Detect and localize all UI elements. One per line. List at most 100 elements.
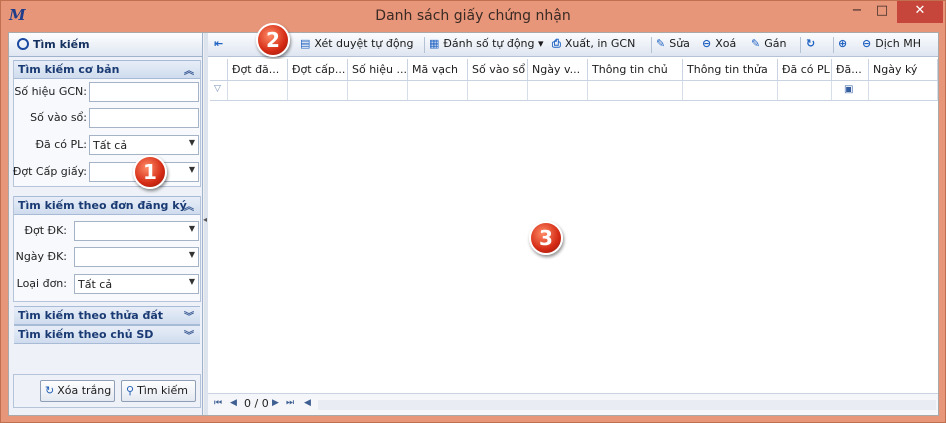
app-window: M Danh sách giấy chứng nhận − □ ✕ Tìm ki… [0,0,946,423]
filter-cell[interactable] [869,81,938,101]
application-type-select[interactable]: Tất cả ▼ [74,274,199,294]
search-panel: Tìm kiếm Tìm kiếm cơ bản ︽ Số hiệu GCN: … [9,33,203,415]
column-header[interactable]: Thông tin chủ [588,59,683,81]
expand-chevron-icon[interactable]: ︾ [184,308,194,323]
callout-badge-1: 1 [133,155,167,189]
dropdown-arrow-icon[interactable]: ▼ [189,224,195,233]
collapse-panel-button[interactable]: ⇤ [214,37,227,55]
auto-review-label: Xét duyệt tự động [314,37,414,50]
registration-batch-select[interactable]: ▼ [74,221,199,241]
first-page-icon[interactable]: ⏮ [214,398,222,408]
column-header[interactable]: Mã vạch [408,59,468,81]
section-owner-search-label: Tìm kiếm theo chủ SD [18,328,154,341]
section-basic-search[interactable]: Tìm kiếm cơ bản ︽ [14,60,200,79]
filter-icon[interactable]: ▽ [210,81,228,101]
last-page-icon[interactable]: ⏭ [286,398,294,408]
dropdown-arrow-icon[interactable]: ▼ [189,277,195,286]
registration-date-select[interactable]: ▼ [74,247,199,267]
search-actions-bar: ↻ Xóa trắng ⚲ Tìm kiếm [13,374,201,408]
column-header[interactable]: Đã có PL [778,59,832,81]
zoom-in-icon: ⊕ [838,37,848,50]
expand-chevron-icon[interactable]: ︾ [184,327,194,342]
filter-cell[interactable] [348,81,408,101]
column-header[interactable]: Thông tin thửa [683,59,778,81]
section-basic-search-label: Tìm kiếm cơ bản [18,63,120,76]
prev-page-icon[interactable]: ◀ [230,398,237,408]
title-bar[interactable]: M Danh sách giấy chứng nhận − □ ✕ [1,1,945,31]
column-header[interactable]: Ngày ký [869,59,938,81]
checkbox-filter-icon[interactable]: ▣ [832,81,869,101]
dropdown-arrow-icon[interactable]: ▾ [535,37,544,50]
grid-pager: ⏮ ◀ 0 / 0 ▶ ⏭ ◀ [208,393,938,415]
dropdown-arrow-icon[interactable]: ▼ [189,250,195,259]
dropdown-arrow-icon[interactable]: ▼ [189,165,195,174]
search-panel-title: Tìm kiếm [33,38,90,51]
grid-corner [210,59,228,81]
refresh-button[interactable]: ↻ [806,37,819,55]
filter-cell[interactable] [228,81,288,101]
callout-badge-2: 2 [256,23,290,57]
application-type-label: Loại đơn: [16,277,67,290]
column-header[interactable]: Đợt cấp... [288,59,348,81]
filter-cell[interactable] [528,81,588,101]
column-header[interactable]: Số hiệu ... [348,59,408,81]
main-area: ⇤ ▤ Xét duyệt tự động ▦ Đánh số tự động ▾ … [208,23,938,415]
gcn-number-input[interactable] [89,82,199,102]
window-title: Danh sách giấy chứng nhận [375,8,571,24]
collapse-chevron-icon[interactable]: ︽ [184,198,194,213]
search-button-label: Tìm kiếm [137,384,188,397]
auto-numbering-button[interactable]: ▦ Đánh số tự động ▾ [429,37,544,55]
auto-numbering-label: Đánh số tự động [443,37,535,50]
filter-cell[interactable] [408,81,468,101]
section-owner-search[interactable]: Tìm kiếm theo chủ SD ︾ [14,325,200,344]
minimize-button[interactable]: − [846,1,868,23]
filter-cell[interactable] [468,81,528,101]
scroll-left-icon[interactable]: ◀ [304,398,311,408]
filter-cell[interactable] [683,81,778,101]
pencil-icon: ✎ [656,37,666,50]
filter-cell[interactable] [588,81,683,101]
section-land-search[interactable]: Tìm kiếm theo thửa đất ︾ [14,306,200,325]
register-number-input[interactable] [89,108,199,128]
maximize-button[interactable]: □ [871,1,893,23]
register-number-label: Số vào sổ: [30,111,87,124]
collapse-chevron-icon[interactable]: ︽ [184,62,194,77]
registration-batch-label: Đợt ĐK: [24,224,67,237]
zoom-in-button[interactable]: ⊕ [838,37,851,55]
horizontal-scrollbar[interactable] [318,400,936,410]
auto-review-button[interactable]: ▤ Xét duyệt tự động [300,37,414,55]
column-header[interactable]: Đợt đă... [228,59,288,81]
certificate-grid: Đợt đă... Đợt cấp... Số hiệu ... Mã vạch… [210,59,938,389]
move-screen-button[interactable]: ⊖ Dịch MH [862,37,921,55]
assign-button[interactable]: ✎ Gán [751,37,786,55]
column-header[interactable]: Đã... [832,59,869,81]
search-button[interactable]: ⚲ Tìm kiếm [121,380,196,402]
section-registration-search[interactable]: Tìm kiếm theo đơn đăng ký ︽ [14,196,200,215]
column-header[interactable]: Ngày v... [528,59,588,81]
column-header[interactable]: Số vào sổ [468,59,528,81]
filter-cell[interactable] [288,81,348,101]
clear-button[interactable]: ↻ Xóa trắng [40,380,115,402]
toolbar-separator [651,37,652,53]
delete-button[interactable]: ⊖ Xoá [702,37,736,55]
has-pl-value: Tất cả [93,139,128,152]
filter-cell[interactable] [778,81,832,101]
toolbar-separator [833,37,834,53]
gcn-number-label: Số hiệu GCN: [14,85,87,98]
exit-left-icon: ⇤ [214,37,224,50]
edit-label: Sửa [669,37,690,50]
collapse-arrow-icon[interactable]: ◂ [203,215,207,224]
toolbar-separator [800,37,801,53]
delete-label: Xoá [715,37,737,50]
registration-date-label: Ngày ĐK: [15,250,67,263]
dropdown-arrow-icon[interactable]: ▼ [189,138,195,147]
has-pl-select[interactable]: Tất cả ▼ [89,135,199,155]
export-print-button[interactable]: ⎙ Xuất, in GCN [552,37,635,55]
zoom-out-icon: ⊖ [862,37,872,50]
search-icon: ⚲ [126,384,135,397]
edit-button[interactable]: ✎ Sửa [656,37,690,55]
close-button[interactable]: ✕ [897,1,943,23]
document-check-icon: ▤ [300,37,311,50]
callout-badge-3: 3 [529,221,563,255]
next-page-icon[interactable]: ▶ [272,398,279,408]
